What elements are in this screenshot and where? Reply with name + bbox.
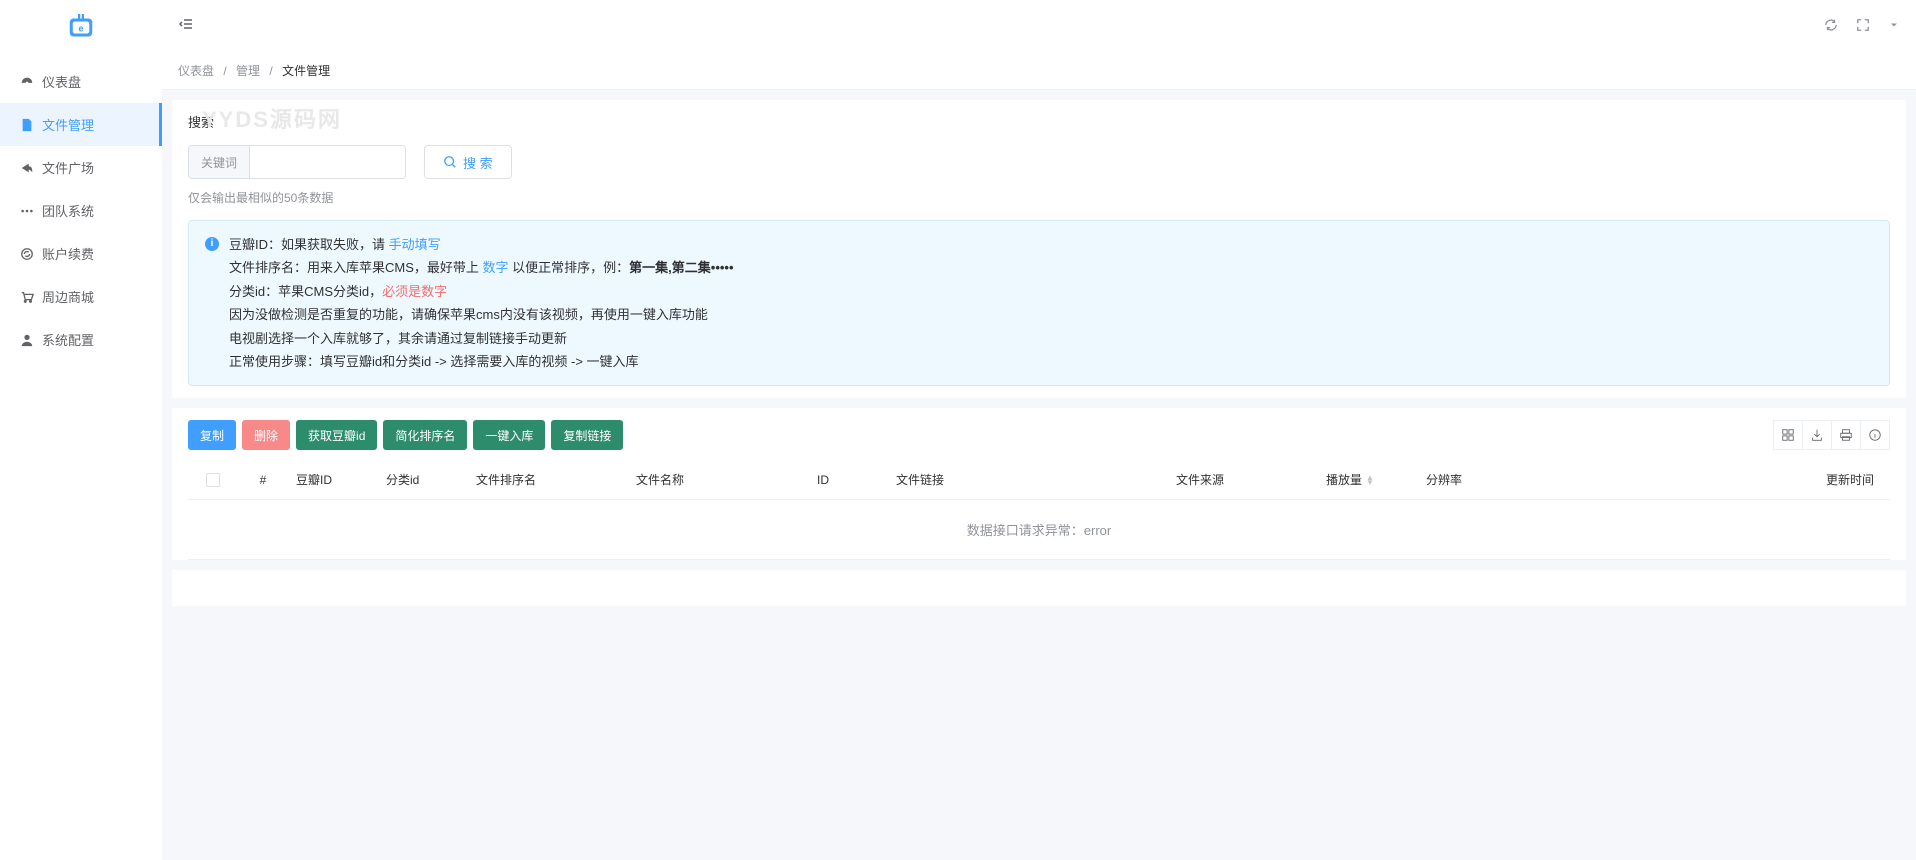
- get-douban-button[interactable]: 获取豆瓣id: [296, 420, 377, 450]
- search-panel: YYDS源码网 搜索 关键词 搜 索 仅会输出最相似的50条数据 i: [172, 100, 1906, 398]
- logo: e: [0, 0, 162, 52]
- sidebar: e 仪表盘 文件管理 文件广场 团队系统 账户续费: [0, 0, 162, 860]
- col-file-source: 文件来源: [1168, 471, 1318, 488]
- sidebar-item-config[interactable]: 系统配置: [0, 318, 162, 361]
- search-button[interactable]: 搜 索: [424, 145, 512, 179]
- table-empty-message: 数据接口请求异常：error: [188, 500, 1890, 560]
- col-id: ID: [758, 473, 888, 487]
- sidebar-label: 文件广场: [42, 158, 94, 177]
- sidebar-item-renew[interactable]: 账户续费: [0, 232, 162, 275]
- sidebar-label: 仪表盘: [42, 72, 81, 91]
- refresh-icon[interactable]: [1824, 18, 1838, 35]
- info-tool-button[interactable]: [1860, 420, 1890, 450]
- info-content: 豆瓣ID：如果获取失败，请 手动填写 文件排序名：用来入库苹果CMS，最好带上 …: [229, 233, 734, 373]
- logo-icon: e: [66, 11, 96, 41]
- copy-link-button[interactable]: 复制链接: [551, 420, 623, 450]
- col-file-link: 文件链接: [888, 471, 1168, 488]
- crumb-current: 文件管理: [282, 64, 330, 78]
- col-cat-id: 分类id: [378, 471, 468, 488]
- breadcrumb: 仪表盘 / 管理 / 文件管理: [162, 52, 1916, 90]
- sidebar-menu: 仪表盘 文件管理 文件广场 团队系统 账户续费 周边商城: [0, 52, 162, 369]
- copy-button[interactable]: 复制: [188, 420, 236, 450]
- sidebar-item-team[interactable]: 团队系统: [0, 189, 162, 232]
- data-table: # 豆瓣ID 分类id 文件排序名 文件名称 ID 文件链接 文件来源 播放量▲…: [188, 460, 1890, 560]
- sidebar-label: 团队系统: [42, 201, 94, 220]
- simplify-button[interactable]: 简化排序名: [383, 420, 467, 450]
- dashboard-icon: [20, 75, 34, 89]
- share-icon: [20, 161, 34, 175]
- table-header: # 豆瓣ID 分类id 文件排序名 文件名称 ID 文件链接 文件来源 播放量▲…: [188, 460, 1890, 500]
- panel-title: 搜索: [188, 112, 1890, 131]
- col-resolution: 分辨率: [1418, 471, 1498, 488]
- col-hash: #: [238, 473, 288, 487]
- grid-tool-button[interactable]: [1773, 420, 1803, 450]
- sidebar-item-mall[interactable]: 周边商城: [0, 275, 162, 318]
- col-update-time: 更新时间: [1498, 471, 1890, 488]
- fullscreen-icon[interactable]: [1856, 18, 1870, 35]
- collapse-icon[interactable]: [178, 16, 194, 37]
- sidebar-item-file-manage[interactable]: 文件管理: [0, 103, 162, 146]
- topbar: [162, 0, 1916, 52]
- export-icon: [1810, 428, 1824, 442]
- export-tool-button[interactable]: [1802, 420, 1832, 450]
- grid-icon: [1781, 428, 1795, 442]
- search-icon: [443, 155, 457, 169]
- print-icon: [1839, 428, 1853, 442]
- cart-icon: [20, 290, 34, 304]
- sidebar-label: 周边商城: [42, 287, 94, 306]
- user-icon: [20, 333, 34, 347]
- sidebar-label: 账户续费: [42, 244, 94, 263]
- crumb[interactable]: 管理: [236, 64, 260, 78]
- manual-fill-link[interactable]: 手动填写: [389, 237, 441, 252]
- refresh-circle-icon: [20, 247, 34, 261]
- file-icon: [20, 118, 34, 132]
- keyword-input-group: 关键词: [188, 145, 406, 179]
- keyword-input[interactable]: [250, 146, 405, 178]
- dropdown-icon[interactable]: [1888, 19, 1900, 34]
- footer-panel: [172, 570, 1906, 606]
- col-sort-name: 文件排序名: [468, 471, 628, 488]
- dots-icon: [20, 204, 34, 218]
- delete-button[interactable]: 删除: [242, 420, 290, 450]
- crumb[interactable]: 仪表盘: [178, 64, 214, 78]
- sidebar-item-file-square[interactable]: 文件广场: [0, 146, 162, 189]
- info-icon: i: [205, 237, 219, 251]
- search-hint: 仅会输出最相似的50条数据: [188, 189, 1890, 206]
- col-douban-id: 豆瓣ID: [288, 471, 378, 488]
- print-tool-button[interactable]: [1831, 420, 1861, 450]
- col-play-count[interactable]: 播放量▲▼: [1318, 471, 1418, 488]
- table-panel: 复制 删除 获取豆瓣id 简化排序名 一键入库 复制链接: [172, 408, 1906, 560]
- onekey-button[interactable]: 一键入库: [473, 420, 545, 450]
- sort-icon: ▲▼: [1366, 475, 1374, 485]
- select-all-checkbox[interactable]: [206, 473, 220, 487]
- info-box: i 豆瓣ID：如果获取失败，请 手动填写 文件排序名：用来入库苹果CMS，最好带…: [188, 220, 1890, 386]
- input-addon: 关键词: [189, 146, 250, 178]
- sidebar-item-dashboard[interactable]: 仪表盘: [0, 60, 162, 103]
- info-circle-icon: [1868, 428, 1882, 442]
- svg-text:e: e: [78, 23, 83, 33]
- sidebar-label: 系统配置: [42, 330, 94, 349]
- sidebar-label: 文件管理: [42, 115, 94, 134]
- col-file-name: 文件名称: [628, 471, 758, 488]
